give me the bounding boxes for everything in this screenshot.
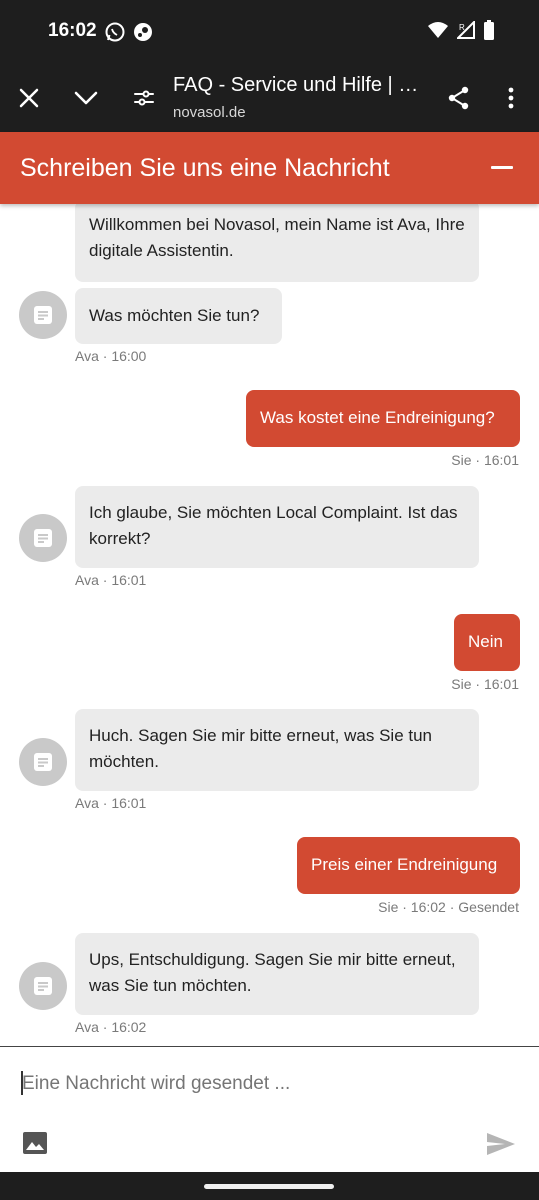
chevron-down-icon[interactable]: [70, 82, 102, 114]
home-gesture-handle[interactable]: [204, 1184, 334, 1189]
status-time: 16:02: [48, 20, 97, 41]
chat-bubble-icon: [34, 753, 52, 771]
page-title[interactable]: FAQ - Service und Hilfe | …: [173, 74, 423, 97]
message-text: Willkommen bei Novasol, mein Name ist Av…: [89, 215, 465, 260]
message-input[interactable]: [22, 1069, 482, 1099]
status-bar: 16:02 R: [0, 0, 539, 64]
user-message: Nein: [454, 614, 520, 671]
bot-avatar: [19, 962, 67, 1010]
svg-text:R: R: [459, 23, 465, 32]
browser-toolbar: FAQ - Service und Hilfe | … novasol.de: [0, 64, 539, 132]
site-settings-icon[interactable]: [128, 82, 160, 114]
image-icon[interactable]: [22, 1131, 48, 1155]
message-meta: Sie · 16:01: [451, 452, 519, 468]
message-text: Ups, Entschuldigung. Sagen Sie mir bitte…: [89, 950, 456, 995]
message-text: Nein: [468, 632, 503, 651]
signal-icon: R: [455, 19, 475, 44]
text-caret: [21, 1071, 23, 1095]
chat-bubble-icon: [34, 306, 52, 324]
user-message: Was kostet eine Endreinigung?: [246, 390, 520, 447]
wifi-icon: [427, 21, 449, 44]
battery-icon: [483, 20, 495, 45]
bot-message: Was möchten Sie tun?: [75, 288, 282, 344]
message-meta: Ava · 16:01: [75, 572, 147, 588]
message-text: Ich glaube, Sie möchten Local Complaint.…: [89, 503, 458, 548]
bot-avatar: [19, 514, 67, 562]
chat-messages[interactable]: Willkommen bei Novasol, mein Name ist Av…: [0, 204, 539, 1046]
whatsapp-icon: [104, 21, 126, 48]
chat-bubble-icon: [34, 529, 52, 547]
page-url[interactable]: novasol.de: [173, 104, 246, 121]
minimize-icon[interactable]: [491, 166, 513, 169]
user-message: Preis einer Endreinigung: [297, 837, 520, 894]
message-text: Huch. Sagen Sie mir bitte erneut, was Si…: [89, 726, 433, 771]
bot-message: Huch. Sagen Sie mir bitte erneut, was Si…: [75, 709, 479, 791]
bot-avatar: [19, 738, 67, 786]
more-vert-icon[interactable]: [495, 82, 527, 114]
message-meta: Sie · 16:02 · Gesendet: [378, 899, 519, 915]
message-composer: [0, 1046, 539, 1173]
message-meta: Ava · 16:01: [75, 795, 147, 811]
message-text: Preis einer Endreinigung: [311, 855, 498, 874]
send-icon[interactable]: [485, 1131, 517, 1157]
message-text: Was kostet eine Endreinigung?: [260, 408, 495, 427]
steam-icon: [132, 21, 154, 48]
message-meta: Ava · 16:02: [75, 1019, 147, 1035]
message-meta: Ava · 16:00: [75, 348, 147, 364]
bot-message: Ups, Entschuldigung. Sagen Sie mir bitte…: [75, 933, 479, 1015]
bot-message: Willkommen bei Novasol, mein Name ist Av…: [75, 204, 479, 282]
close-icon[interactable]: [13, 82, 45, 114]
share-icon[interactable]: [443, 82, 475, 114]
chat-header-title: Schreiben Sie uns eine Nachricht: [20, 154, 390, 182]
message-text: Was möchten Sie tun?: [89, 306, 260, 325]
bot-message: Ich glaube, Sie möchten Local Complaint.…: [75, 486, 479, 568]
system-nav-bar: [0, 1172, 539, 1200]
bot-avatar: [19, 291, 67, 339]
chat-bubble-icon: [34, 977, 52, 995]
chat-header: Schreiben Sie uns eine Nachricht: [0, 132, 539, 204]
message-meta: Sie · 16:01: [451, 676, 519, 692]
